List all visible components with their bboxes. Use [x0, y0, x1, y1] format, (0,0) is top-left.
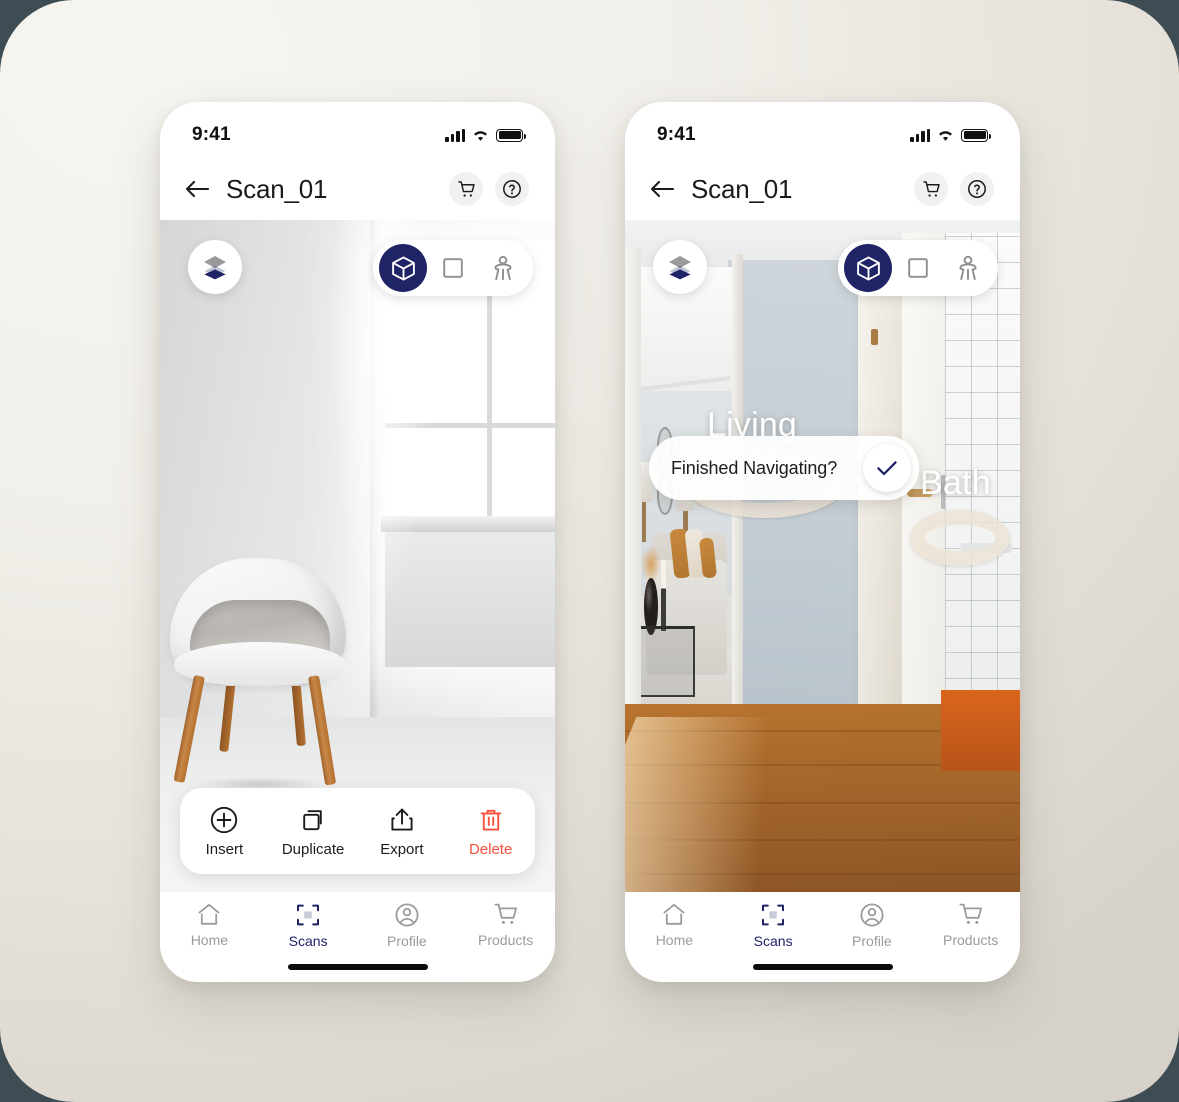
duplicate-button[interactable]: Duplicate: [274, 805, 352, 858]
nav-item-profile-right[interactable]: Profile: [829, 902, 915, 949]
viewport-ar-navigation[interactable]: Living Bath Finished Navigating?: [625, 220, 1020, 892]
layers-button-right[interactable]: [653, 240, 707, 294]
delete-label: Delete: [468, 840, 513, 858]
view-mode-2d-button-right[interactable]: [894, 244, 942, 292]
layers-button[interactable]: [188, 240, 242, 294]
status-time-right: 9:41: [657, 124, 696, 145]
nav-label-profile-right: Profile: [852, 933, 892, 949]
toast-message: Finished Navigating?: [671, 457, 838, 478]
nav-item-scans-right[interactable]: Scans: [730, 902, 816, 949]
nav-label-scans: Scans: [288, 933, 328, 949]
view-mode-segmented-control-right[interactable]: [838, 240, 998, 296]
app-header-left: Scan_01: [160, 158, 555, 220]
view-mode-3d-button-right[interactable]: [844, 244, 892, 292]
export-button[interactable]: Export: [363, 805, 441, 858]
phone-right: 9:41 Scan_01 Living Bath Finished Naviga…: [625, 102, 1020, 982]
status-icons: [445, 128, 526, 142]
help-button[interactable]: [495, 172, 529, 206]
home-indicator-right: [752, 964, 893, 970]
nav-label-products-right: Products: [943, 932, 999, 948]
nav-label-products: Products: [478, 932, 534, 948]
nav-item-home[interactable]: Home: [166, 902, 252, 948]
nav-item-products-right[interactable]: Products: [928, 902, 1014, 948]
page-title-right: Scan_01: [691, 173, 793, 204]
nav-item-profile[interactable]: Profile: [364, 902, 450, 949]
hallway-ar-scene: Living Bath: [625, 220, 1020, 892]
nav-label-profile: Profile: [387, 933, 427, 949]
view-mode-walkthrough-button-right[interactable]: [944, 244, 992, 292]
page-canvas: 9:41 Scan_01 Insert Duplicate Export Del…: [0, 0, 1179, 1102]
battery-icon: [496, 128, 526, 142]
nav-label-home: Home: [190, 932, 229, 948]
delete-button[interactable]: Delete: [452, 805, 530, 858]
wifi-icon: [937, 129, 954, 142]
back-button[interactable]: [182, 174, 212, 204]
insert-label: Insert: [205, 840, 244, 858]
nav-label-home-right: Home: [655, 932, 694, 948]
status-bar-right: 9:41: [625, 102, 1020, 158]
chair-3d-object[interactable]: [166, 558, 356, 794]
nav-item-products[interactable]: Products: [463, 902, 549, 948]
waypoint-bath[interactable]: Bath: [910, 464, 1010, 566]
export-label: Export: [380, 840, 424, 858]
phone-left: 9:41 Scan_01 Insert Duplicate Export Del…: [160, 102, 555, 982]
battery-icon: [961, 128, 991, 142]
cellular-signal-icon: [910, 128, 930, 142]
help-button-right[interactable]: [960, 172, 994, 206]
finished-navigating-toast: Finished Navigating?: [649, 436, 919, 500]
nav-item-home-right[interactable]: Home: [631, 902, 717, 948]
app-header-right: Scan_01: [625, 158, 1020, 220]
toast-confirm-button[interactable]: [863, 444, 911, 492]
status-icons-right: [910, 128, 991, 142]
nav-label-scans-right: Scans: [753, 933, 793, 949]
status-time: 9:41: [192, 124, 231, 145]
view-mode-2d-button[interactable]: [429, 244, 477, 292]
home-indicator-left: [287, 964, 428, 970]
insert-button[interactable]: Insert: [185, 805, 263, 858]
back-button-right[interactable]: [647, 174, 677, 204]
duplicate-label: Duplicate: [281, 840, 345, 858]
view-mode-segmented-control[interactable]: [373, 240, 533, 296]
waypoint-label-bath: Bath: [920, 464, 991, 502]
cart-button-right[interactable]: [914, 172, 948, 206]
object-action-bar: Insert Duplicate Export Delete: [180, 788, 535, 874]
header-actions: [449, 172, 529, 206]
status-bar-left: 9:41: [160, 102, 555, 158]
header-actions-right: [914, 172, 994, 206]
cellular-signal-icon: [445, 128, 465, 142]
view-mode-3d-button[interactable]: [379, 244, 427, 292]
nav-item-scans[interactable]: Scans: [265, 902, 351, 949]
view-mode-walkthrough-button[interactable]: [479, 244, 527, 292]
wifi-icon: [472, 129, 489, 142]
cart-button[interactable]: [449, 172, 483, 206]
viewport-3d-model[interactable]: Insert Duplicate Export Delete: [160, 220, 555, 892]
open-door: [858, 246, 906, 758]
page-title: Scan_01: [226, 173, 328, 204]
